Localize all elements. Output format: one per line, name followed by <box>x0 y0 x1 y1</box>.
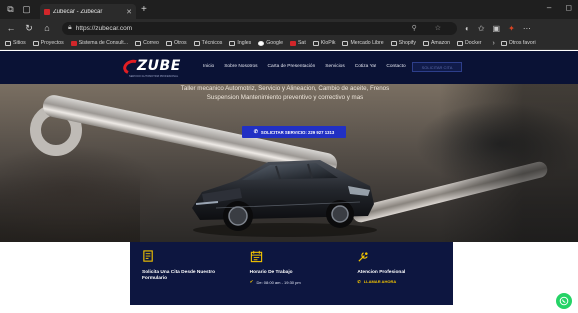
folder-icon <box>312 40 319 46</box>
collections-icon[interactable]: ▣ <box>493 24 501 33</box>
bookmark-item[interactable]: Ingles <box>229 40 251 46</box>
site-header: ZUBE SERVICIO AUTOMOTRIZ PROFESIONAL Ini… <box>0 51 578 84</box>
phone-icon: ✆ <box>357 279 361 284</box>
request-service-label: SOLICITAR SERVICIO: 229 927 1313 <box>260 129 335 135</box>
hero-shade-left <box>0 174 140 242</box>
hero-description: Taller mecanico Automotriz, Servicio y A… <box>180 84 390 102</box>
home-icon[interactable]: ⌂ <box>40 23 54 33</box>
folder-icon <box>422 40 429 46</box>
url-text: https://zubecar.com <box>75 24 133 32</box>
bookmark-item[interactable]: Mercado Libre <box>342 40 384 46</box>
hero-line-2: Suspension Mantenimiento preventivo y co… <box>206 94 364 101</box>
bookmark-item[interactable]: Proyectos <box>32 40 64 46</box>
mechanic-icon <box>358 252 369 262</box>
folder-icon <box>193 40 200 46</box>
back-icon[interactable]: ← <box>4 23 18 33</box>
logo-tagline: SERVICIO AUTOMOTRIZ PROFESIONAL <box>129 75 179 78</box>
site-logo[interactable]: ZUBE SERVICIO AUTOMOTRIZ PROFESIONAL <box>121 57 183 79</box>
main-menu: Inicio Sobre Nosotros Carta de Presentac… <box>203 64 416 69</box>
car-image <box>192 160 377 237</box>
folder-icon <box>457 40 463 46</box>
info-card-appointment[interactable]: Solicita Una Cita Desde Nuestro Formular… <box>130 242 238 305</box>
bookmark-item[interactable]: Docker <box>457 40 481 46</box>
site-favicon-icon <box>44 8 50 15</box>
hero-line-1: Taller mecanico Automotriz, Servicio y A… <box>180 85 390 92</box>
folder-icon <box>500 40 507 46</box>
bookmark-item[interactable]: Sat <box>289 40 306 46</box>
calendar-icon <box>250 250 262 263</box>
menu-item-cotiza[interactable]: Cotiza Ya! <box>355 64 377 69</box>
copilot-icon[interactable]: ✦ <box>508 24 515 33</box>
folder-icon <box>165 40 172 46</box>
form-icon <box>143 250 153 262</box>
whatsapp-icon <box>559 296 569 306</box>
new-tab-icon[interactable]: + <box>141 4 147 15</box>
check-icon: ✔ <box>249 279 254 284</box>
tab-actions-icon[interactable]: ▢ <box>21 4 32 15</box>
minimize-icon[interactable]: – <box>547 3 551 12</box>
call-now-link[interactable]: ✆ LLAMAR AHORA <box>357 279 453 284</box>
extension-icon[interactable]: ◐ <box>465 24 470 33</box>
bookmark-item[interactable]: Correo <box>135 40 159 46</box>
info-title-hours: Horario De Trabajo <box>249 270 293 275</box>
url-actions-icons[interactable]: ⚲ ☆ <box>412 24 449 32</box>
bookmark-item[interactable]: Sistema de Consult... <box>70 40 128 46</box>
menu-item-carta[interactable]: Carta de Presentación <box>268 64 316 69</box>
bookmark-item[interactable]: Google <box>258 40 283 46</box>
menu-item-contacto[interactable]: Contacto <box>386 64 405 69</box>
bookmark-item[interactable]: KloPik <box>312 40 335 46</box>
browser-tab[interactable]: Zubecar - Zubecar ✕ <box>40 4 136 19</box>
folder-icon <box>5 40 11 46</box>
maximize-icon[interactable]: ◻ <box>565 3 572 12</box>
folder-icon <box>229 40 236 46</box>
reload-icon[interactable]: ↻ <box>22 23 36 34</box>
info-title-appointment: Solicita Una Cita Desde Nuestro Formular… <box>142 270 216 281</box>
chevron-right-icon[interactable]: › <box>492 40 494 47</box>
site-icon <box>289 40 296 46</box>
lock-icon[interactable]: 🔒︎ <box>68 24 72 32</box>
folder-icon <box>135 40 142 46</box>
tab-title: Zubecar - Zubecar <box>53 8 103 15</box>
folder-icon <box>32 40 39 46</box>
menu-item-sobre-nosotros[interactable]: Sobre Nosotros <box>224 64 257 69</box>
more-menu-icon[interactable]: ⋯ <box>523 24 531 33</box>
info-title-attention: Atencion Profesional <box>357 270 406 275</box>
bookmark-item[interactable]: Técnicos <box>193 40 222 46</box>
logo-text: ZUBE <box>137 58 181 74</box>
hero-shade <box>440 84 578 242</box>
phone-icon: ✆ <box>253 129 258 135</box>
workspaces-icon[interactable]: ⧉ <box>5 4 16 15</box>
call-now-label: LLAMAR AHORA <box>363 279 397 284</box>
request-service-button[interactable]: ✆ SOLICITAR SERVICIO: 229 927 1313 <box>242 126 346 138</box>
google-icon <box>258 40 265 46</box>
url-field[interactable]: 🔒︎ https://zubecar.com ⚲ ☆ <box>62 21 457 35</box>
bookmark-item[interactable]: Sitios <box>5 40 26 46</box>
whatsapp-button[interactable] <box>556 293 572 309</box>
bookmark-item[interactable]: Amazon <box>422 40 450 46</box>
favorites-icon[interactable]: ✩ <box>478 24 485 33</box>
site-icon <box>70 40 77 46</box>
bookmark-item[interactable]: Shopify <box>390 40 416 46</box>
bookmarks-bar: Sitios Proyectos Sistema de Consult... C… <box>0 37 578 50</box>
bookmark-item-other[interactable]: Otros favori <box>500 40 536 46</box>
info-card-attention: Atencion Profesional ✆ LLAMAR AHORA <box>345 242 453 305</box>
hero-section: Taller mecanico Automotriz, Servicio y A… <box>0 84 578 242</box>
folder-icon <box>390 40 397 46</box>
menu-item-inicio[interactable]: Inicio <box>203 64 214 69</box>
address-bar-row: ← ↻ ⌂ 🔒︎ https://zubecar.com ⚲ ☆ ◐ ✩ ▣ ✦… <box>0 19 578 37</box>
folder-icon <box>342 40 349 46</box>
browser-tab-bar: ⧉ ▢ Zubecar - Zubecar ✕ + – ◻ <box>0 0 578 19</box>
info-panel: Solicita Una Cita Desde Nuestro Formular… <box>130 242 453 305</box>
request-appointment-button[interactable]: SOLICITAR CITA <box>412 62 462 72</box>
window-controls: – ◻ <box>547 3 572 12</box>
menu-item-servicios[interactable]: Servicios <box>325 64 344 69</box>
bookmark-item[interactable]: Otros <box>165 40 187 46</box>
hours-line: ✔ De: 08:00 am - 19:30 pm <box>250 279 346 285</box>
info-card-hours: Horario De Trabajo ✔ De: 08:00 am - 19:3… <box>238 242 346 305</box>
close-tab-icon[interactable]: ✕ <box>126 8 132 16</box>
hours-text: De: 08:00 am - 19:30 pm <box>256 279 301 285</box>
